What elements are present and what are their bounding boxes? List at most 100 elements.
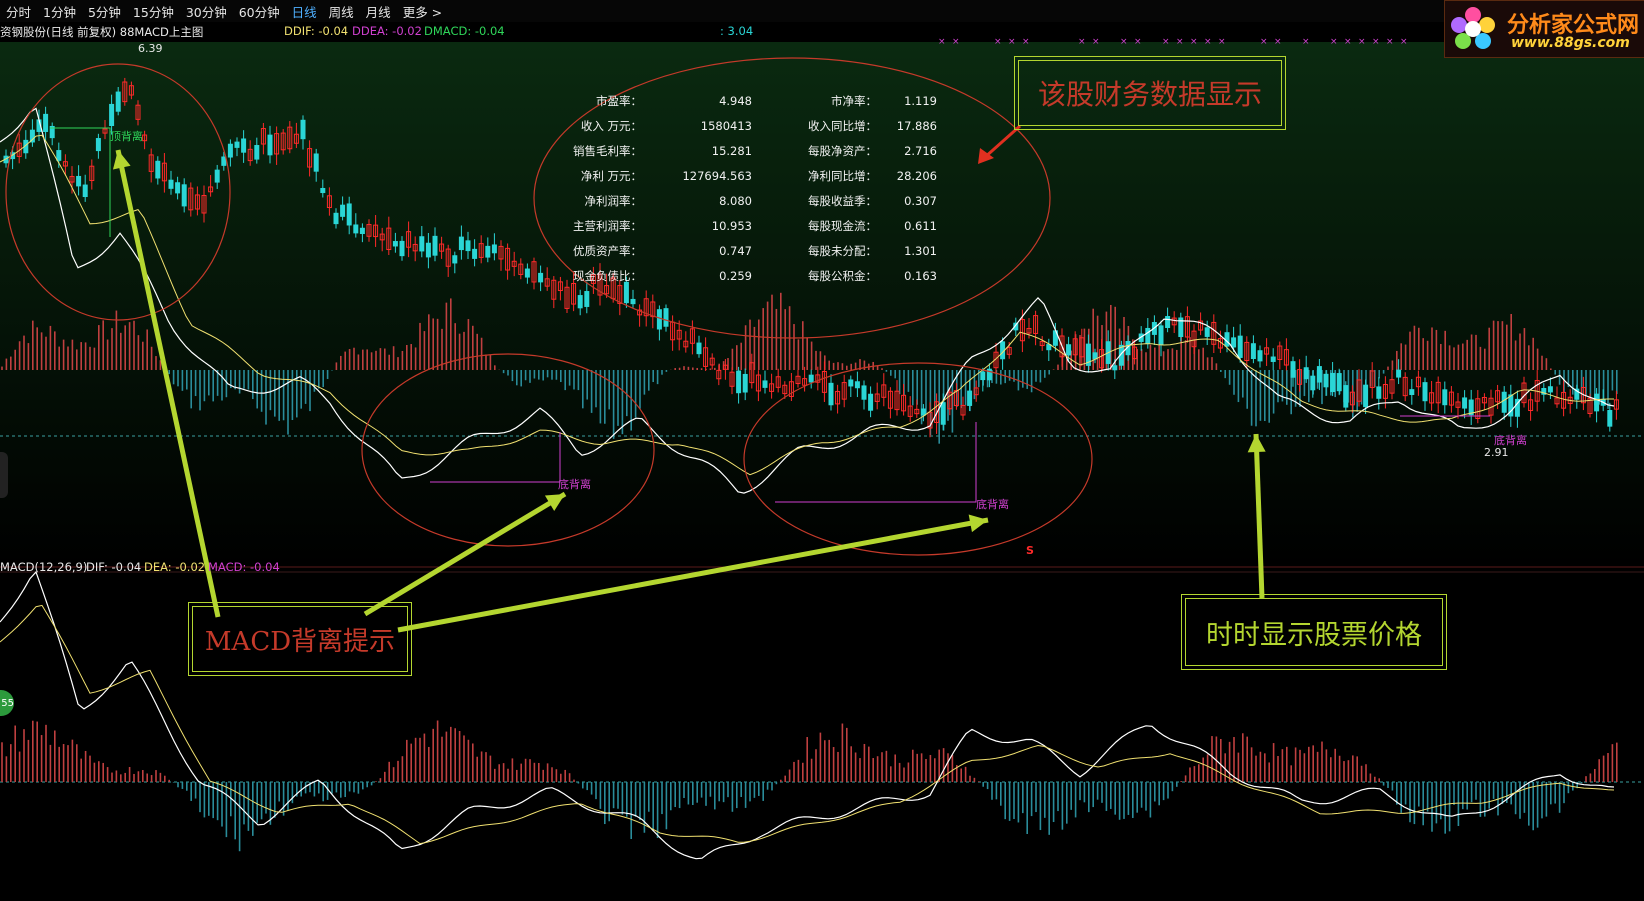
- candle-body: [1257, 350, 1263, 362]
- candle-body: [353, 224, 359, 234]
- candle-body: [980, 371, 986, 381]
- candle-body: [181, 184, 187, 207]
- signal-marker: ×: [1120, 37, 1128, 47]
- signal-marker: ×: [1260, 37, 1268, 47]
- candle-body: [452, 255, 458, 264]
- dmacd-value: DMACD: -0.04: [424, 24, 505, 38]
- candle-body: [762, 380, 768, 388]
- financial-label: 优质资产率：: [573, 243, 642, 258]
- candle-body: [848, 379, 854, 387]
- signal-marker: ×: [1218, 37, 1226, 47]
- signal-marker: ×: [1330, 37, 1338, 47]
- candle-body: [1323, 373, 1329, 388]
- candle-body: [155, 160, 161, 179]
- financial-value: 1.301: [904, 243, 937, 258]
- candle-body: [1462, 397, 1468, 409]
- signal-marker: ×: [1162, 37, 1170, 47]
- candle-body: [333, 212, 339, 225]
- candle-body: [538, 272, 544, 283]
- period-tab-intraday[interactable]: 分时: [0, 2, 37, 21]
- period-tab-more[interactable]: 更多 >: [397, 2, 448, 21]
- candle-body: [313, 153, 319, 172]
- candle-body: [1112, 365, 1118, 371]
- financial-value: 1.119: [904, 93, 937, 108]
- candle-body: [742, 373, 748, 393]
- financial-label: 每股收益季：: [808, 193, 877, 208]
- financial-label: 收入 万元：: [580, 118, 642, 133]
- financial-data-table: 市盈率： 4.948 市净率： 1.119 收入 万元： 1580413 收入同…: [552, 88, 937, 288]
- candle-body: [425, 242, 431, 258]
- candle-body: [82, 184, 88, 198]
- candle-body: [920, 408, 926, 416]
- financial-label: 市净率：: [831, 93, 877, 108]
- financial-label: 净利 万元：: [580, 168, 642, 183]
- financial-value: 0.259: [719, 268, 752, 283]
- candle-body: [967, 390, 973, 406]
- period-tab-weekly[interactable]: 周线: [323, 2, 360, 21]
- candle-body: [524, 268, 530, 278]
- candle-body: [56, 150, 62, 161]
- extra-value: : 3.04: [720, 24, 754, 38]
- candle-body: [736, 370, 742, 394]
- ddea-value: DDEA: -0.02: [352, 24, 422, 38]
- period-tab-5min[interactable]: 5分钟: [82, 2, 127, 21]
- candle-body: [1204, 327, 1210, 337]
- period-tab-30min[interactable]: 30分钟: [180, 2, 233, 21]
- candle-body: [221, 156, 227, 166]
- candle-body: [1547, 386, 1553, 393]
- period-tab-monthly[interactable]: 月线: [360, 2, 397, 21]
- candle-body: [1066, 344, 1072, 356]
- candle-body: [491, 244, 497, 254]
- flower-icon: [1451, 7, 1495, 51]
- candle-body: [109, 103, 115, 127]
- signal-marker: ×: [994, 37, 1002, 47]
- candle-body: [1501, 391, 1507, 413]
- financial-row: 净利润率： 8.080 每股收益季： 0.307: [552, 188, 938, 213]
- candle-body: [1290, 361, 1296, 378]
- bottom-divergence-label-2: 底背离: [976, 498, 1009, 511]
- candle-body: [1409, 389, 1415, 395]
- candle-body: [168, 179, 174, 189]
- logo-url: www.88gs.com: [1511, 35, 1630, 51]
- signal-marker: ×: [1078, 37, 1086, 47]
- period-tab-1min[interactable]: 1分钟: [37, 2, 82, 21]
- financial-label: 主营利润率：: [573, 218, 642, 233]
- financial-label: 每股未分配：: [808, 243, 877, 258]
- signal-marker: ×: [1134, 37, 1142, 47]
- financial-row: 优质资产率： 0.747 每股未分配： 1.301: [552, 238, 937, 263]
- candle-body: [1343, 385, 1349, 408]
- realtime-price-callout: 时时显示股票价格: [1181, 594, 1447, 670]
- candle-body: [1303, 367, 1309, 380]
- signal-marker: ×: [1400, 37, 1408, 47]
- candle-body: [1237, 335, 1243, 358]
- signal-marker: ×: [1386, 37, 1394, 47]
- candle-body: [320, 187, 326, 194]
- period-tab-daily[interactable]: 日线: [286, 2, 323, 21]
- main-chart-title: 资钢股份(日线 前复权) 88MACD上主图: [0, 25, 204, 39]
- financial-value: 2.716: [904, 143, 937, 158]
- financial-label: 每股净资产：: [808, 143, 877, 158]
- dif-value: DIF: -0.04: [86, 560, 142, 574]
- candle-body: [241, 138, 247, 153]
- ddif-value: DDIF: -0.04: [284, 24, 349, 38]
- candle-body: [175, 182, 181, 194]
- candle-body: [472, 248, 478, 259]
- macd-value: MACD: -0.04: [208, 560, 280, 574]
- candle-body: [1376, 386, 1382, 399]
- period-tab-15min[interactable]: 15分钟: [127, 2, 180, 21]
- side-collapse-handle[interactable]: [0, 452, 8, 498]
- macd-subchart-title: MACD(12,26,9): [0, 560, 88, 574]
- candle-body: [808, 374, 814, 383]
- financial-value: 4.948: [719, 93, 752, 108]
- high-price-label: 6.39: [138, 42, 163, 55]
- top-divergence-label: 顶背离: [110, 130, 143, 143]
- financial-value: 0.611: [904, 218, 937, 233]
- candle-body: [940, 402, 946, 425]
- period-tab-60min[interactable]: 60分钟: [233, 2, 286, 21]
- financial-value: 15.281: [711, 143, 752, 158]
- candle-body: [346, 203, 352, 226]
- financial-label: 每股公积金：: [808, 268, 877, 283]
- financial-value: 0.163: [904, 268, 937, 283]
- signal-marker: ×: [938, 37, 946, 47]
- financial-value: 0.307: [904, 193, 937, 208]
